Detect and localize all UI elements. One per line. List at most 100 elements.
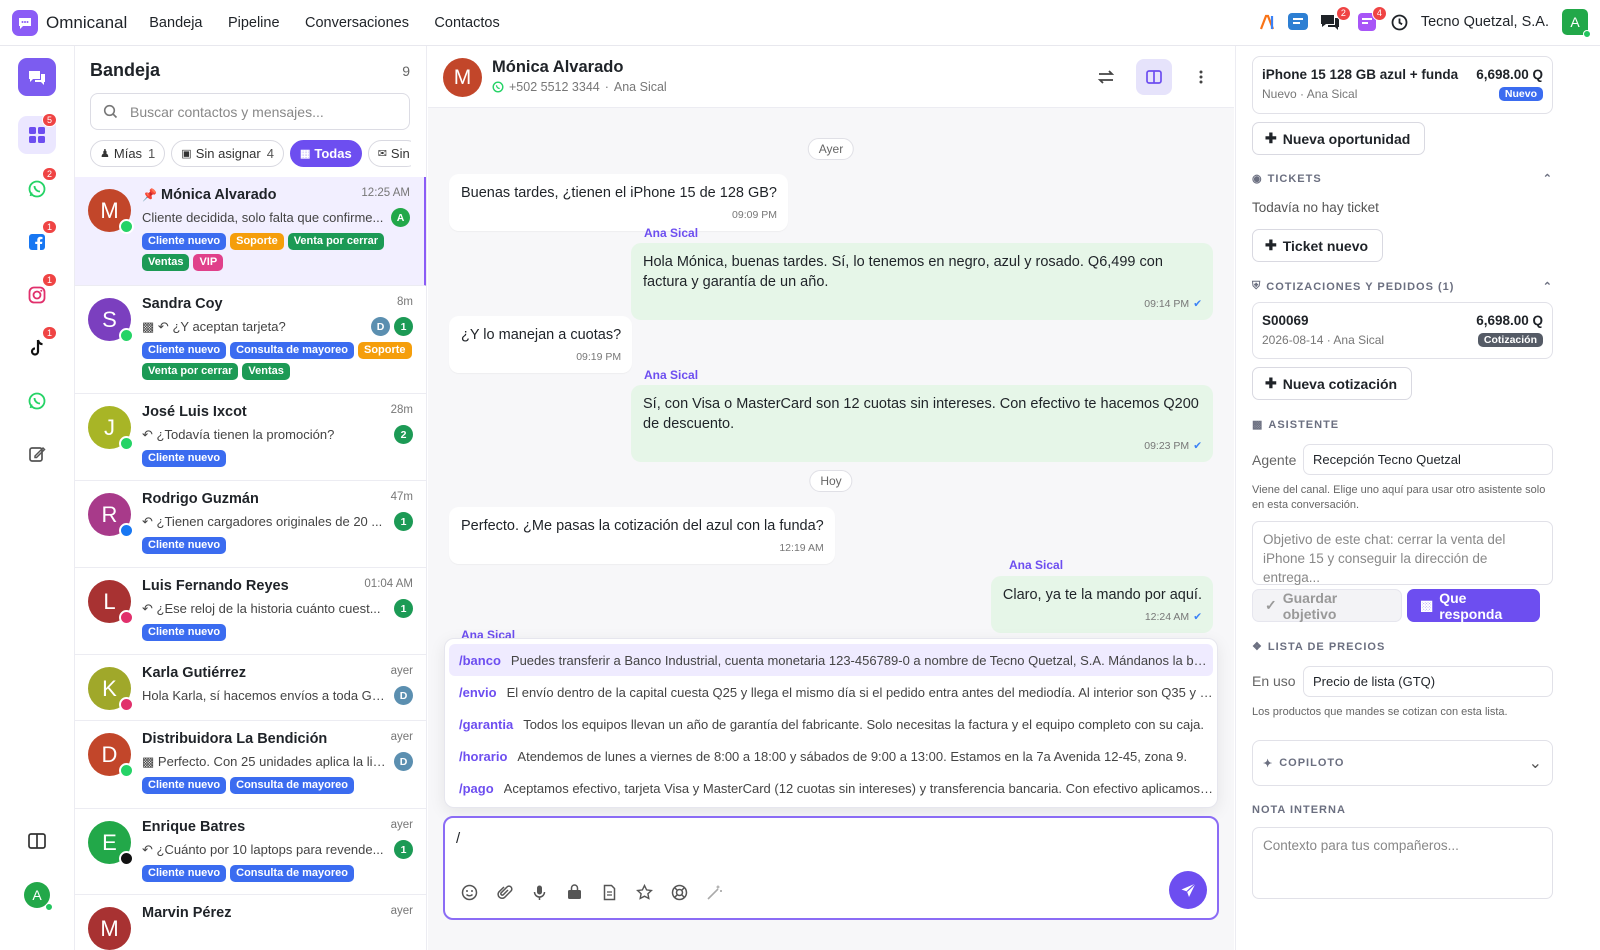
all-channels-rail-icon[interactable]: 5 — [18, 113, 57, 154]
company-name[interactable]: Tecno Quetzal, S.A. — [1421, 14, 1549, 30]
panel-toggle-icon[interactable] — [18, 822, 56, 860]
user-avatar[interactable]: A — [1562, 9, 1591, 38]
rail-online-indicator — [45, 903, 53, 911]
app-logo-icon[interactable] — [12, 9, 38, 36]
inbox-title: Bandeja — [90, 60, 161, 80]
new-opportunity-button[interactable]: ✚ Nueva oportunidad — [1252, 122, 1426, 155]
respond-button[interactable]: ▩ Que responda — [1407, 589, 1540, 622]
filter-sin-asignar[interactable]: ▣ Sin asignar 4 — [171, 140, 284, 167]
conversation-preview: ¿Ese reloj de la historia cuánto cuest..… — [156, 600, 381, 616]
magic-wand-icon[interactable] — [706, 884, 723, 901]
quotes-section-header[interactable]: ⛨ COTIZACIONES Y PEDIDOS (1) ⌃ — [1252, 280, 1553, 293]
rail-user-avatar[interactable]: A — [18, 876, 56, 914]
whatsapp-badge: 2 — [41, 167, 57, 181]
conversation-item[interactable]: L Luis Fernando Reyes 01:04 AM ↶ ¿Ese rel… — [75, 568, 426, 655]
ai-icon[interactable] — [1259, 13, 1277, 31]
assistant-title: ASISTENTE — [1268, 418, 1340, 431]
send-button[interactable] — [1169, 871, 1207, 909]
conversation-item[interactable]: R Rodrigo Guzmán 47m ↶ ¿Tienen cargadores… — [75, 481, 426, 568]
conversation-time: ayer — [390, 665, 413, 677]
conversations-rail-icon[interactable] — [18, 58, 56, 96]
conversation-item[interactable]: E Enrique Batres ayer ↶ ¿Cuánto por 10 la… — [75, 809, 426, 895]
chats-icon[interactable]: 2 — [1319, 6, 1351, 32]
pricelist-select[interactable]: Precio de lista (GTQ) — [1303, 666, 1553, 697]
tiktok-rail-icon[interactable]: 1 — [18, 326, 57, 367]
toggle-sidepanel-button[interactable] — [1136, 59, 1172, 95]
microphone-icon[interactable] — [531, 884, 548, 901]
tag: Ventas — [242, 363, 290, 380]
conversation-item[interactable]: M 📌 Mónica Alvarado 12:25 AM Cliente deci… — [75, 177, 426, 286]
assignee-badge: A — [391, 208, 410, 227]
objective-textarea[interactable]: Objetivo de este chat: cerrar la venta d… — [1252, 521, 1553, 585]
day-separator: Hoy — [809, 470, 853, 492]
copilot-section[interactable]: ✦ COPILOTO ⌄ — [1252, 740, 1553, 786]
nav-contactos[interactable]: Contactos — [434, 15, 499, 31]
document-icon[interactable] — [601, 884, 618, 901]
nav-conversaciones[interactable]: Conversaciones — [305, 15, 409, 31]
agent-select[interactable]: Recepción Tecno Quetzal — [1303, 444, 1553, 475]
quick-reply-item[interactable]: /envio El envío dentro de la capital cues… — [449, 676, 1213, 708]
new-ticket-button[interactable]: ✚ Ticket nuevo — [1252, 229, 1384, 262]
read-check-icon: ✔ — [1193, 440, 1202, 452]
conversation-item[interactable]: K Karla Gutiérrez ayer Hola Karla, sí hac… — [75, 655, 426, 721]
star-icon[interactable] — [636, 884, 653, 901]
contact-initial: R — [101, 501, 118, 527]
filter-mias[interactable]: ♟ Mías 1 — [90, 140, 166, 167]
conversation-item[interactable]: J José Luis Ixcot 28m ↶ ¿Todavía tienen l… — [75, 394, 426, 481]
conversation-item[interactable]: S Sandra Coy 8m ▩ ↶ ¿Y aceptan tarjeta? D 1… — [75, 286, 426, 394]
filter-sin-asignar-label: Sin asignar — [195, 146, 261, 161]
inbox-icon[interactable]: 4 — [1357, 6, 1387, 32]
tag: Cliente nuevo — [142, 624, 227, 641]
whatsapp-rail-icon[interactable]: 2 — [18, 167, 57, 208]
chats-badge: 2 — [1335, 6, 1351, 21]
support-lifebuoy-icon[interactable] — [671, 884, 688, 901]
filter-todas[interactable]: ▦ Todas — [289, 140, 362, 167]
reply-icon: ↶ — [142, 426, 153, 442]
save-objective-button[interactable]: ✓ Guardar objetivo — [1252, 589, 1402, 622]
nav-pipeline[interactable]: Pipeline — [228, 15, 280, 31]
clock-icon[interactable] — [1391, 14, 1408, 31]
more-options-button[interactable] — [1183, 59, 1219, 95]
quote-card[interactable]: S00069 6,698.00 Q 2026-08-14 · Ana Sical C… — [1252, 302, 1553, 359]
conversation-time: 47m — [390, 491, 413, 503]
message-composer[interactable]: / — [443, 816, 1219, 920]
filter-sin[interactable]: ✉ Sin — [367, 140, 411, 167]
chevron-up-icon: ⌃ — [1542, 173, 1553, 185]
facebook-badge: 1 — [41, 220, 57, 234]
search-input[interactable]: Buscar contactos y mensajes... — [90, 93, 410, 130]
read-check-icon: ✔ — [1193, 298, 1202, 310]
composer-input[interactable]: / — [456, 830, 460, 847]
chat-contact-avatar[interactable]: M — [443, 58, 482, 97]
quick-reply-item[interactable]: /banco Puedes transferir a Banco Industri… — [449, 644, 1213, 676]
quick-reply-item[interactable]: /garantia Todos los equipos llevan un año… — [449, 708, 1213, 740]
internal-note-header: NOTA INTERNA — [1252, 804, 1553, 816]
emoji-icon[interactable] — [461, 884, 478, 901]
widget-chat-icon[interactable] — [1287, 11, 1309, 33]
compose-rail-icon[interactable] — [18, 435, 56, 473]
opportunity-title: iPhone 15 128 GB azul + funda — [1262, 67, 1459, 82]
transfer-button[interactable] — [1088, 59, 1124, 95]
whatsapp-business-rail-icon[interactable] — [18, 382, 56, 420]
internal-note-textarea[interactable]: Contexto para tus compañeros... — [1252, 827, 1553, 899]
nav-bandeja[interactable]: Bandeja — [149, 15, 202, 31]
facebook-rail-icon[interactable]: 1 — [18, 220, 57, 261]
conversation-item[interactable]: D Distribuidora La Bendición ayer ▩ Perfe… — [75, 721, 426, 809]
instagram-rail-icon[interactable]: 1 — [18, 273, 57, 314]
conversation-item[interactable]: M Marvin Pérez ayer — [75, 895, 426, 950]
tiktok-channel-icon — [119, 851, 134, 866]
whatsapp-channel-icon — [119, 763, 134, 778]
contact-name: Distribuidora La Bendición — [142, 731, 328, 747]
pricelist-help-text: Los productos que mandes se cotizan con … — [1252, 706, 1508, 718]
quick-reply-item[interactable]: /pago Aceptamos efectivo, tarjeta Visa y … — [449, 772, 1213, 804]
tickets-section-header[interactable]: ◉ TICKETS ⌃ — [1252, 172, 1553, 186]
opportunity-card[interactable]: iPhone 15 128 GB azul + funda 6,698.00 Q … — [1252, 56, 1553, 114]
attachment-icon[interactable] — [496, 884, 513, 901]
quote-amount: 6,698.00 Q — [1476, 313, 1543, 328]
product-bag-icon[interactable] — [566, 884, 583, 901]
copilot-title: COPILOTO — [1279, 756, 1345, 769]
quick-reply-item[interactable]: /horario Atendemos de lunes a viernes de … — [449, 740, 1213, 772]
chat-contact-name[interactable]: Mónica Alvarado — [492, 58, 623, 77]
incoming-message: ¿Y lo manejan a cuotas? 09:19 PM — [449, 316, 633, 373]
whatsapp-channel-icon — [119, 328, 134, 343]
new-quote-button[interactable]: ✚ Nueva cotización — [1252, 367, 1413, 400]
